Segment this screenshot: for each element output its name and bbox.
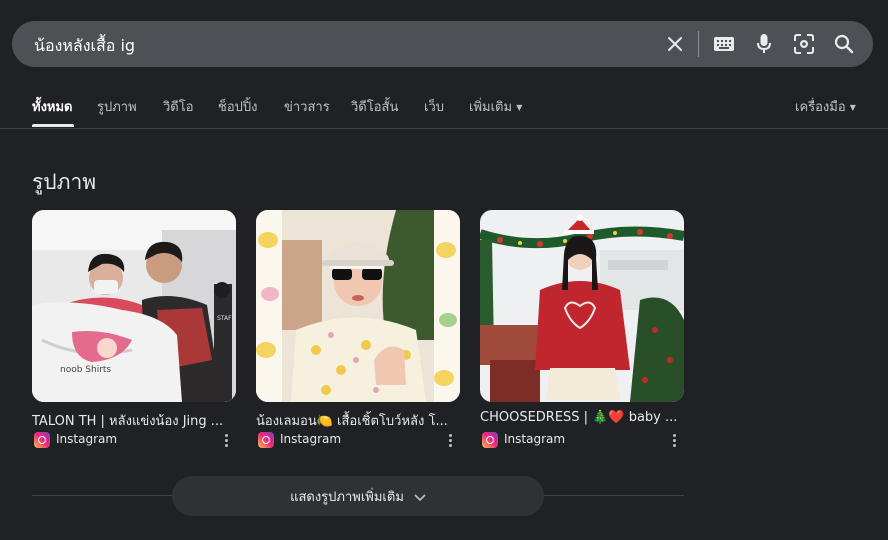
caret-down-icon: ▼	[516, 103, 523, 112]
keyboard-icon[interactable]	[712, 32, 736, 56]
wall-sign: STAFF	[217, 315, 236, 322]
result-thumbnail[interactable]	[256, 210, 460, 402]
tab-more[interactable]: เพิ่มเติม ▼	[469, 96, 522, 117]
image-result-card[interactable]: น้องเลมอน🍋 เสื้อเชิ้ตโบว์หลัง โ... Insta…	[256, 210, 460, 449]
instagram-icon	[482, 432, 498, 448]
result-thumbnail[interactable]: STAFF noob Shirts	[32, 210, 236, 402]
tab-news[interactable]: ข่าวสาร	[284, 96, 330, 117]
tab-more-label: เพิ่มเติม	[469, 100, 513, 115]
show-more-images-button[interactable]: แสดงรูปภาพเพิ่มเติม	[172, 476, 544, 516]
instagram-icon	[258, 432, 274, 448]
result-source[interactable]: Instagram	[32, 431, 236, 449]
tools-label: เครื่องมือ	[795, 100, 846, 115]
result-source[interactable]: Instagram	[256, 431, 460, 449]
tab-all[interactable]: ทั้งหมด	[32, 96, 73, 117]
search-bar[interactable]: น้องหลังเสื้อ ig	[12, 21, 873, 67]
shirt-print: noob Shirts	[60, 365, 111, 375]
clear-icon[interactable]	[663, 32, 687, 56]
search-input[interactable]: น้องหลังเสื้อ ig	[34, 34, 135, 59]
source-name: Instagram	[280, 432, 342, 446]
more-options-icon[interactable]	[220, 431, 232, 449]
tab-videos[interactable]: วิดีโอ	[163, 96, 194, 117]
microphone-icon[interactable]	[752, 32, 776, 56]
tabs-divider	[0, 128, 888, 129]
image-result-card[interactable]: CHOOSEDRESS | 🎄❤️ baby ... Instagram	[480, 210, 684, 449]
search-icon[interactable]	[832, 32, 856, 56]
image-result-card[interactable]: STAFF noob Shirts TALON TH | หลังแข่งน้อ…	[32, 210, 236, 449]
caret-down-icon: ▼	[849, 103, 856, 112]
tab-images[interactable]: รูปภาพ	[97, 96, 137, 117]
instagram-icon	[34, 432, 50, 448]
more-options-icon[interactable]	[444, 431, 456, 449]
source-name: Instagram	[56, 432, 118, 446]
chevron-down-icon	[414, 487, 426, 506]
result-title[interactable]: TALON TH | หลังแข่งน้อง Jing ...	[32, 410, 236, 428]
show-more-images-label: แสดงรูปภาพเพิ่มเติม	[290, 489, 404, 505]
result-thumbnail[interactable]	[480, 210, 684, 402]
tab-short-videos[interactable]: วิดีโอสั้น	[351, 96, 398, 117]
section-title: รูปภาพ	[32, 170, 97, 194]
result-source[interactable]: Instagram	[480, 431, 684, 449]
result-title[interactable]: CHOOSEDRESS | 🎄❤️ baby ...	[480, 410, 684, 428]
source-name: Instagram	[504, 432, 566, 446]
active-tab-indicator	[32, 124, 74, 127]
search-divider	[698, 31, 699, 57]
tools-button[interactable]: เครื่องมือ ▼	[795, 96, 856, 117]
tab-shopping[interactable]: ช็อปปิ้ง	[218, 96, 257, 117]
tab-web[interactable]: เว็บ	[424, 96, 444, 117]
result-title[interactable]: น้องเลมอน🍋 เสื้อเชิ้ตโบว์หลัง โ...	[256, 410, 460, 428]
more-options-icon[interactable]	[668, 431, 680, 449]
lens-camera-icon[interactable]	[792, 32, 816, 56]
